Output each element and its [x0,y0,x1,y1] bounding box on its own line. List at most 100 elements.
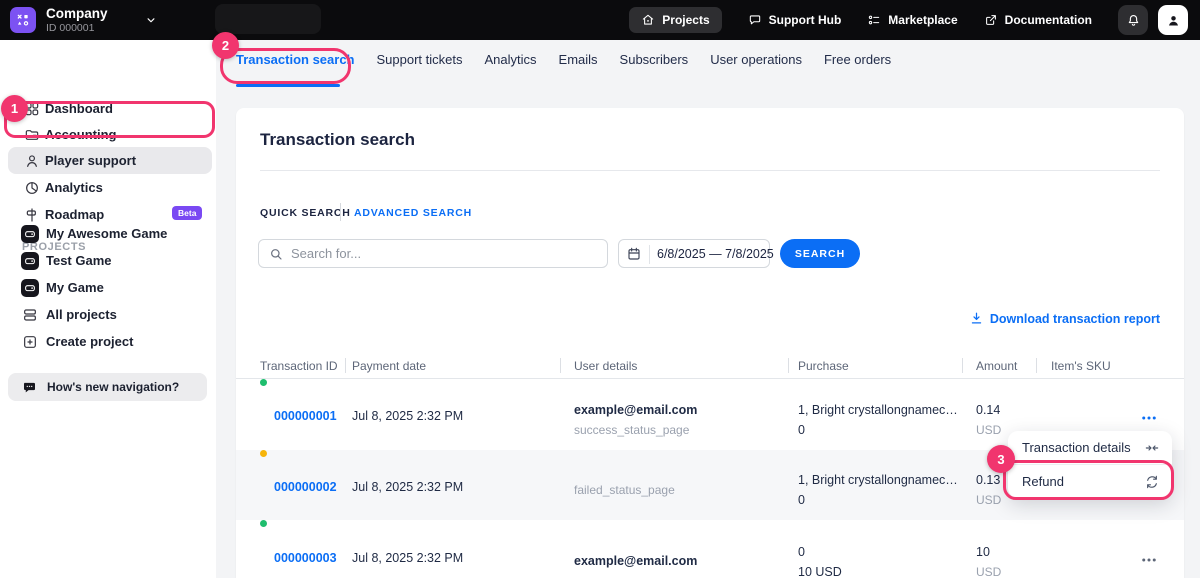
grid-icon [24,101,40,117]
list-settings-icon [867,13,881,27]
search-button[interactable]: SEARCH [780,239,860,268]
payment-date-cell: Jul 8, 2025 2:32 PM [352,409,463,423]
column-header-amount: Amount [976,359,1017,373]
advanced-search-tab[interactable]: ADVANCED SEARCH [354,207,472,219]
date-range-value: 6/8/2025 — 7/8/2025 [657,247,774,261]
download-link-label: Download transaction report [990,312,1160,326]
account-button[interactable] [1158,5,1188,35]
user-status-page: success_status_page [574,420,697,440]
project-label: My Awesome Game [46,226,167,241]
divider [345,358,346,373]
amount-value: 10 [976,542,1001,562]
chevron-down-icon[interactable] [144,13,158,27]
tab-analytics[interactable]: Analytics [485,52,537,73]
company-logo[interactable] [10,7,36,33]
pie-chart-icon [24,180,40,196]
active-tab-indicator [236,84,340,87]
sidebar-item-label: All projects [46,307,117,322]
tab-emails[interactable]: Emails [559,52,598,73]
home-icon [641,13,655,27]
purchase-line: 10 USD [798,562,842,578]
external-link-icon [984,13,998,27]
user-details-cell: example@email.com [574,551,697,571]
status-dot-success [260,520,267,527]
support-hub-link[interactable]: Support Hub [748,13,842,27]
column-header-items-sku: Item's SKU [1051,359,1111,373]
row-actions-context-menu: Transaction details Refund [1008,431,1172,498]
topbar-placeholder-block [215,4,321,34]
tab-subscribers[interactable]: Subscribers [620,52,689,73]
sidebar-item-label: Accounting [45,127,117,142]
projects-button[interactable]: Projects [629,7,721,33]
tab-transaction-search[interactable]: Transaction search [236,52,355,73]
sidebar-item-dashboard[interactable]: Dashboard [0,95,216,122]
date-range-picker[interactable]: 6/8/2025 — 7/8/2025 [618,239,770,268]
game-symbols-icon [15,12,31,28]
payment-date-cell: Jul 8, 2025 2:32 PM [352,480,463,494]
notifications-button[interactable] [1118,5,1148,35]
top-bar: Company ID 000001 Projects Support Hub M… [0,0,1200,40]
amount-cell: 10 USD [976,542,1001,578]
search-field[interactable] [258,239,608,268]
user-email: example@email.com [574,551,697,571]
menu-item-label: Transaction details [1022,440,1131,455]
whats-new-navigation-banner[interactable]: How's new navigation? [8,373,207,401]
tab-support-tickets[interactable]: Support tickets [377,52,463,73]
sidebar-item-all-projects[interactable]: All projects [0,301,216,328]
tab-user-operations[interactable]: User operations [710,52,802,73]
sidebar-item-create-project[interactable]: Create project [0,328,216,355]
marketplace-link[interactable]: Marketplace [867,13,957,27]
download-transaction-report-link[interactable]: Download transaction report [969,311,1160,326]
beta-badge: Beta [172,206,202,220]
sidebar-item-label: Create project [46,334,133,349]
purchase-line: 0 [798,542,842,562]
status-dot-failed [260,450,267,457]
table-row[interactable]: 000000003 Jul 8, 2025 2:32 PM example@em… [236,520,1184,578]
sidebar-item-analytics[interactable]: Analytics [0,174,216,201]
whats-new-label: How's new navigation? [47,380,179,394]
row-actions-menu-button[interactable] [1140,409,1158,427]
plus-square-icon [21,333,39,351]
status-dot-success [260,379,267,386]
menu-item-refund[interactable]: Refund [1008,465,1172,498]
sidebar-item-label: Dashboard [45,101,113,116]
quick-search-tab[interactable]: QUICK SEARCH [260,207,351,219]
transaction-search-card: Transaction search QUICK SEARCH ADVANCED… [236,108,1184,578]
documentation-label: Documentation [1005,13,1092,27]
user-email: example@email.com [574,400,697,420]
chat-bubble-icon [22,380,37,395]
transaction-id-link[interactable]: 000000001 [274,409,337,423]
gamepad-icon [21,225,39,243]
column-header-purchase: Purchase [798,359,849,373]
sidebar-item-label: Player support [45,153,136,168]
user-details-cell: failed_status_page [574,480,675,500]
column-header-payment-date: Payment date [352,359,426,373]
sidebar-item-accounting[interactable]: Accounting [0,121,216,148]
purchase-line: 0 [798,420,958,440]
amount-currency: USD [976,562,1001,578]
sidebar-project-my-game[interactable]: My Game [0,274,216,301]
purchase-cell: 0 10 USD [798,542,842,578]
documentation-link[interactable]: Documentation [984,13,1092,27]
search-input[interactable] [291,241,601,266]
row-actions-menu-button[interactable] [1140,551,1158,569]
support-hub-label: Support Hub [769,13,842,27]
divider [962,358,963,373]
tab-free-orders[interactable]: Free orders [824,52,891,73]
folder-icon [24,127,40,143]
transaction-id-link[interactable]: 000000003 [274,551,337,565]
divider [1036,358,1037,373]
amount-value: 0.13 [976,470,1001,490]
transaction-id-link[interactable]: 000000002 [274,480,337,494]
sidebar-project-my-awesome-game[interactable]: My Awesome Game [0,220,216,247]
company-id: ID 000001 [46,22,94,34]
menu-item-transaction-details[interactable]: Transaction details [1008,431,1172,464]
divider [788,358,789,373]
marketplace-label: Marketplace [888,13,957,27]
sidebar: Dashboard Accounting Player support Anal… [0,40,216,578]
amount-cell: 0.13 USD [976,470,1001,510]
amount-cell: 0.14 USD [976,400,1001,440]
amount-value: 0.14 [976,400,1001,420]
sidebar-project-test-game[interactable]: Test Game [0,247,216,274]
sidebar-item-player-support[interactable]: Player support [8,147,212,174]
